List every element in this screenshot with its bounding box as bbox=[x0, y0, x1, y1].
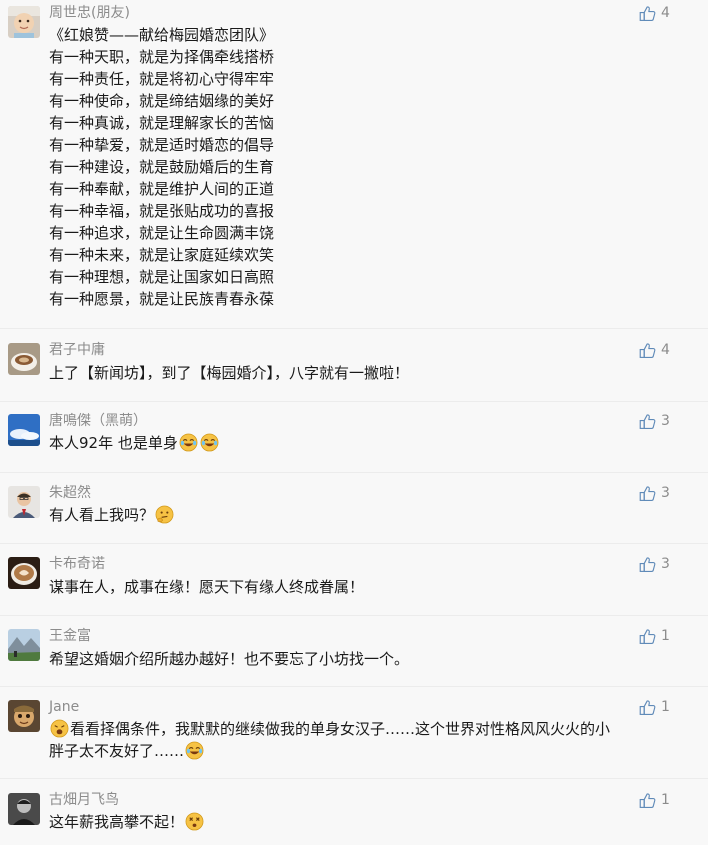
like-button[interactable]: 1 bbox=[639, 626, 670, 646]
comment-author[interactable]: Jane bbox=[49, 697, 79, 717]
poem-line: 有一种挚爱，就是适时婚恋的倡导 bbox=[49, 136, 275, 154]
thumbs-up-icon bbox=[639, 485, 656, 502]
poem-title: 《红娘赞——献给梅园婚恋团队》 bbox=[49, 26, 275, 44]
comment-text-content: 有人看上我吗？ bbox=[49, 506, 155, 524]
like-count: 3 bbox=[661, 485, 670, 501]
comment-item: 王金富 1 希望这婚姻介绍所越办越好！也不要忘了小坊找一个。 bbox=[0, 623, 708, 687]
comment-author[interactable]: 王金富 bbox=[49, 626, 91, 646]
like-count: 1 bbox=[661, 792, 670, 808]
comment-item: 君子中庸 4 上了【新闻坊】，到了【梅园婚介】，八字就有一撇啦！ bbox=[0, 337, 708, 401]
comment-text: 上了【新闻坊】，到了【梅园婚介】，八字就有一撇啦！ bbox=[49, 364, 410, 382]
comment-text-content: 看看择偶条件，我默默的继续做我的单身女汉子……这个世界对性格风风火火的小 bbox=[70, 720, 611, 738]
comment-text-content: 胖子太不友好了…… bbox=[49, 742, 185, 760]
like-count: 3 bbox=[661, 413, 670, 429]
poem-line: 有一种奉献，就是维护人间的正道 bbox=[49, 180, 275, 198]
like-count: 4 bbox=[661, 342, 670, 358]
poem-line: 有一种使命，就是缔结姻缘的美好 bbox=[49, 92, 275, 110]
like-button[interactable]: 4 bbox=[639, 340, 670, 360]
poem-line: 有一种责任，就是将初心守得牢牢 bbox=[49, 70, 275, 88]
divider bbox=[0, 543, 708, 544]
thumbs-up-icon bbox=[639, 556, 656, 573]
comment-text: 谋事在人，成事在缘！愿天下有缘人终成眷属！ bbox=[49, 578, 365, 596]
poem-line: 有一种理想，就是让国家如日高照 bbox=[49, 268, 275, 286]
divider bbox=[0, 615, 708, 616]
poem-line: 有一种真诚，就是理解家长的苦恼 bbox=[49, 114, 275, 132]
comment-text-content: 这年薪我高攀不起！ bbox=[49, 813, 185, 831]
comment-text: 有人看上我吗？ bbox=[49, 504, 669, 526]
thumbs-up-icon bbox=[639, 5, 656, 22]
comment-text-content: 本人92年 也是单身 bbox=[49, 434, 178, 452]
comment-item: 周世忠(朋友) 4 《红娘赞——献给梅园婚恋团队》 有一种天职，就是为择偶牵线搭… bbox=[0, 0, 708, 330]
comment-author[interactable]: 君子中庸 bbox=[49, 340, 105, 360]
coffee-cup-avatar[interactable] bbox=[8, 343, 40, 375]
comment-author[interactable]: 古畑月飞鸟 bbox=[49, 790, 119, 810]
dark-portrait-avatar[interactable] bbox=[8, 793, 40, 825]
thumbs-up-icon bbox=[639, 699, 656, 716]
like-button[interactable]: 4 bbox=[639, 3, 670, 23]
comment-text: 本人92年 也是单身 bbox=[49, 432, 669, 454]
comment-item: 古畑月飞鸟 1 这年薪我高攀不起！ bbox=[0, 787, 708, 845]
comment-text: 希望这婚姻介绍所越办越好！也不要忘了小坊找一个。 bbox=[49, 650, 410, 668]
divider bbox=[0, 472, 708, 473]
poem-line: 有一种天职，就是为择偶牵线搭桥 bbox=[49, 48, 275, 66]
mountain-landscape-avatar[interactable] bbox=[8, 629, 40, 661]
thinking-emoji bbox=[155, 505, 174, 524]
poem-line: 有一种建设，就是鼓励婚后的生育 bbox=[49, 158, 275, 176]
like-button[interactable]: 1 bbox=[639, 697, 670, 717]
divider bbox=[0, 686, 708, 687]
poem-line: 有一种追求，就是让生命圆满丰饶 bbox=[49, 224, 275, 242]
like-count: 3 bbox=[661, 556, 670, 572]
like-count: 1 bbox=[661, 628, 670, 644]
anime-character-avatar[interactable] bbox=[8, 700, 40, 732]
comment-author[interactable]: 卡布奇诺 bbox=[49, 554, 105, 574]
crying-laugh-emoji bbox=[185, 741, 204, 760]
thumbs-up-icon bbox=[639, 628, 656, 645]
comment-text: 《红娘赞——献给梅园婚恋团队》 有一种天职，就是为择偶牵线搭桥 有一种责任，就是… bbox=[49, 24, 669, 310]
comment-text: 这年薪我高攀不起！ bbox=[49, 811, 669, 833]
like-button[interactable]: 3 bbox=[639, 411, 670, 431]
like-button[interactable]: 3 bbox=[639, 483, 670, 503]
crying-laugh-emoji bbox=[179, 433, 198, 452]
weary-face-emoji bbox=[50, 719, 69, 738]
comment-author[interactable]: 朱超然 bbox=[49, 483, 91, 503]
comment-item: 卡布奇诺 3 谋事在人，成事在缘！愿天下有缘人终成眷属！ bbox=[0, 551, 708, 615]
comment-item: 朱超然 3 有人看上我吗？ bbox=[0, 480, 708, 544]
comment-author[interactable]: 周世忠(朋友) bbox=[49, 3, 130, 23]
divider bbox=[0, 778, 708, 779]
poem-line: 有一种愿景，就是让民族青春永葆 bbox=[49, 290, 275, 308]
comment-text: 看看择偶条件，我默默的继续做我的单身女汉子……这个世界对性格风风火火的小 胖子太… bbox=[49, 718, 669, 762]
thumbs-up-icon bbox=[639, 792, 656, 809]
thumbs-up-icon bbox=[639, 342, 656, 359]
cappuccino-avatar[interactable] bbox=[8, 557, 40, 589]
man-portrait-avatar[interactable] bbox=[8, 486, 40, 518]
comment-list: 周世忠(朋友) 4 《红娘赞——献给梅园婚恋团队》 有一种天职，就是为择偶牵线搭… bbox=[0, 0, 708, 845]
dizzy-face-emoji bbox=[185, 812, 204, 831]
comment-item: Jane 1 看看择偶条件，我默默的继续做我的单身女汉子……这个世界对性格风风火… bbox=[0, 694, 708, 778]
sky-clouds-avatar[interactable] bbox=[8, 414, 40, 446]
like-count: 4 bbox=[661, 5, 670, 21]
child-photo-avatar[interactable] bbox=[8, 6, 40, 38]
poem-line: 有一种幸福，就是张贴成功的喜报 bbox=[49, 202, 275, 220]
like-count: 1 bbox=[661, 699, 670, 715]
thumbs-up-icon bbox=[639, 413, 656, 430]
like-button[interactable]: 1 bbox=[639, 790, 670, 810]
comment-author[interactable]: 唐鳴傑（黑萌） bbox=[49, 411, 147, 431]
divider bbox=[0, 401, 708, 402]
comment-item: 唐鳴傑（黑萌） 3 本人92年 也是单身 bbox=[0, 408, 708, 472]
divider bbox=[0, 328, 708, 329]
like-button[interactable]: 3 bbox=[639, 554, 670, 574]
poem-line: 有一种未来，就是让家庭延续欢笑 bbox=[49, 246, 275, 264]
crying-laugh-emoji bbox=[200, 433, 219, 452]
